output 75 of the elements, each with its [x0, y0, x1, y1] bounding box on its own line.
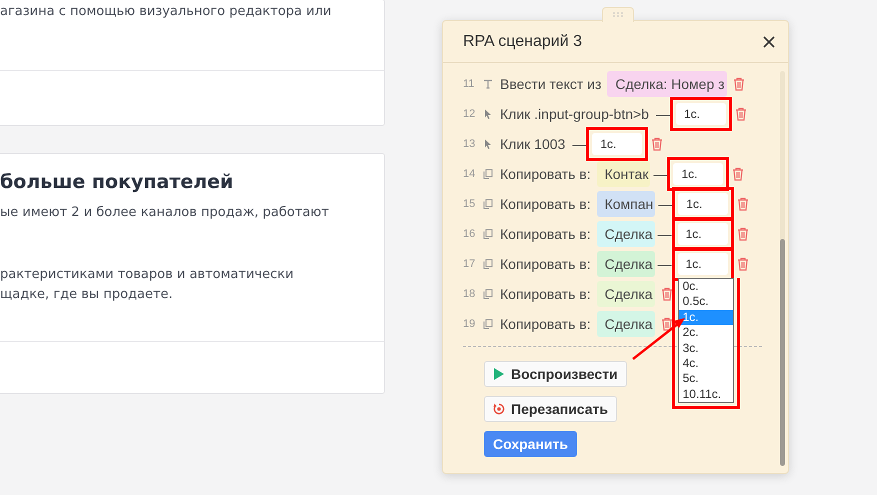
copy-icon — [483, 289, 493, 299]
dropdown-option[interactable]: 2с. — [678, 325, 733, 341]
step-number: 17 — [463, 258, 476, 270]
field-tag: Компан — [596, 191, 656, 217]
delay-select[interactable]: 1с. — [678, 193, 728, 215]
copy-icon — [483, 229, 493, 239]
step-label: Копировать в: — [500, 316, 591, 332]
trash-icon[interactable] — [734, 107, 747, 121]
trash-icon[interactable] — [660, 317, 673, 331]
field-tag: Сделка — [596, 281, 655, 307]
connector-dash: — — [572, 136, 586, 152]
connector-dash: — — [653, 166, 668, 182]
dropdown-option[interactable]: 3с. — [678, 340, 733, 356]
step-number: 14 — [463, 168, 476, 180]
rerecord-button[interactable]: Перезаписать — [484, 396, 618, 422]
step-number: 19 — [463, 318, 476, 330]
connector-dash: — — [658, 256, 672, 272]
dropdown-option[interactable]: 0.5с. — [678, 294, 733, 310]
cursor-icon — [483, 139, 493, 149]
cursor-icon — [483, 109, 493, 119]
dropdown-option[interactable]: 0с. — [678, 279, 733, 294]
step-label: Копировать в: — [500, 166, 591, 182]
play-button[interactable]: Воспроизвести — [484, 361, 627, 387]
card-text: агазина с помощью визуального редактора или — [0, 3, 332, 21]
delay-select[interactable]: 1с. — [592, 133, 642, 155]
step-number: 13 — [463, 138, 476, 150]
trash-icon[interactable] — [736, 227, 749, 241]
delay-select[interactable]: 1с. — [673, 163, 724, 185]
dropdown-option[interactable]: 4с. — [678, 356, 733, 372]
field-tag: Контак — [596, 161, 650, 187]
step-label: Ввести текст из — [500, 76, 602, 92]
card-text: ые имеют 2 и более каналов продаж, работают — [0, 204, 330, 222]
delay-select[interactable]: 1с. — [678, 223, 728, 245]
step-label: Клик 1003 — [500, 136, 566, 152]
step-label: Клик .input-group-btn>b — [500, 106, 649, 122]
card-heading: больше покупателей — [0, 170, 234, 193]
step-label: Копировать в: — [500, 196, 591, 212]
card-text: рактеристиками товаров и автоматически — [0, 266, 295, 284]
copy-icon — [483, 169, 493, 179]
copy-icon — [483, 199, 493, 209]
dropdown-option[interactable]: 5с. — [678, 371, 733, 387]
step-label: Копировать в: — [500, 226, 591, 242]
copy-icon — [483, 259, 493, 269]
play-icon — [493, 368, 505, 380]
field-tag: Сделка: Номер з — [607, 71, 727, 97]
drag-handle[interactable] — [602, 7, 634, 22]
field-tag: Сделка — [596, 311, 655, 337]
dropdown-option[interactable]: 10.11с. — [678, 386, 733, 402]
step-number: 18 — [463, 288, 476, 300]
connector-dash: — — [658, 196, 672, 212]
connector-dash: — — [656, 106, 670, 122]
card-text: щадке, где вы продаете. — [0, 286, 174, 304]
close-button[interactable] — [762, 34, 776, 48]
trash-icon[interactable] — [732, 167, 744, 181]
connector-dash: — — [658, 226, 672, 242]
field-tag: Сделка — [596, 251, 655, 277]
delay-select[interactable]: 1с. — [676, 103, 726, 125]
scrollbar[interactable] — [780, 71, 785, 466]
trash-icon[interactable] — [732, 77, 745, 91]
step-number: 11 — [463, 78, 476, 90]
text-icon — [483, 79, 493, 89]
trash-icon[interactable] — [660, 287, 673, 301]
trash-icon[interactable] — [651, 137, 664, 151]
step-label: Копировать в: — [500, 286, 591, 302]
trash-icon[interactable] — [737, 197, 750, 211]
step-number: 16 — [463, 228, 476, 240]
step-number: 15 — [463, 198, 476, 210]
copy-icon — [483, 319, 493, 329]
trash-icon[interactable] — [736, 257, 749, 271]
rerecord-icon — [493, 403, 505, 415]
panel-title: RPA сценарий 3 — [463, 32, 582, 50]
step-label: Копировать в: — [500, 256, 591, 272]
field-tag: Сделка — [596, 221, 655, 247]
step-number: 12 — [463, 108, 476, 120]
delay-select[interactable]: 1с. — [678, 253, 728, 275]
